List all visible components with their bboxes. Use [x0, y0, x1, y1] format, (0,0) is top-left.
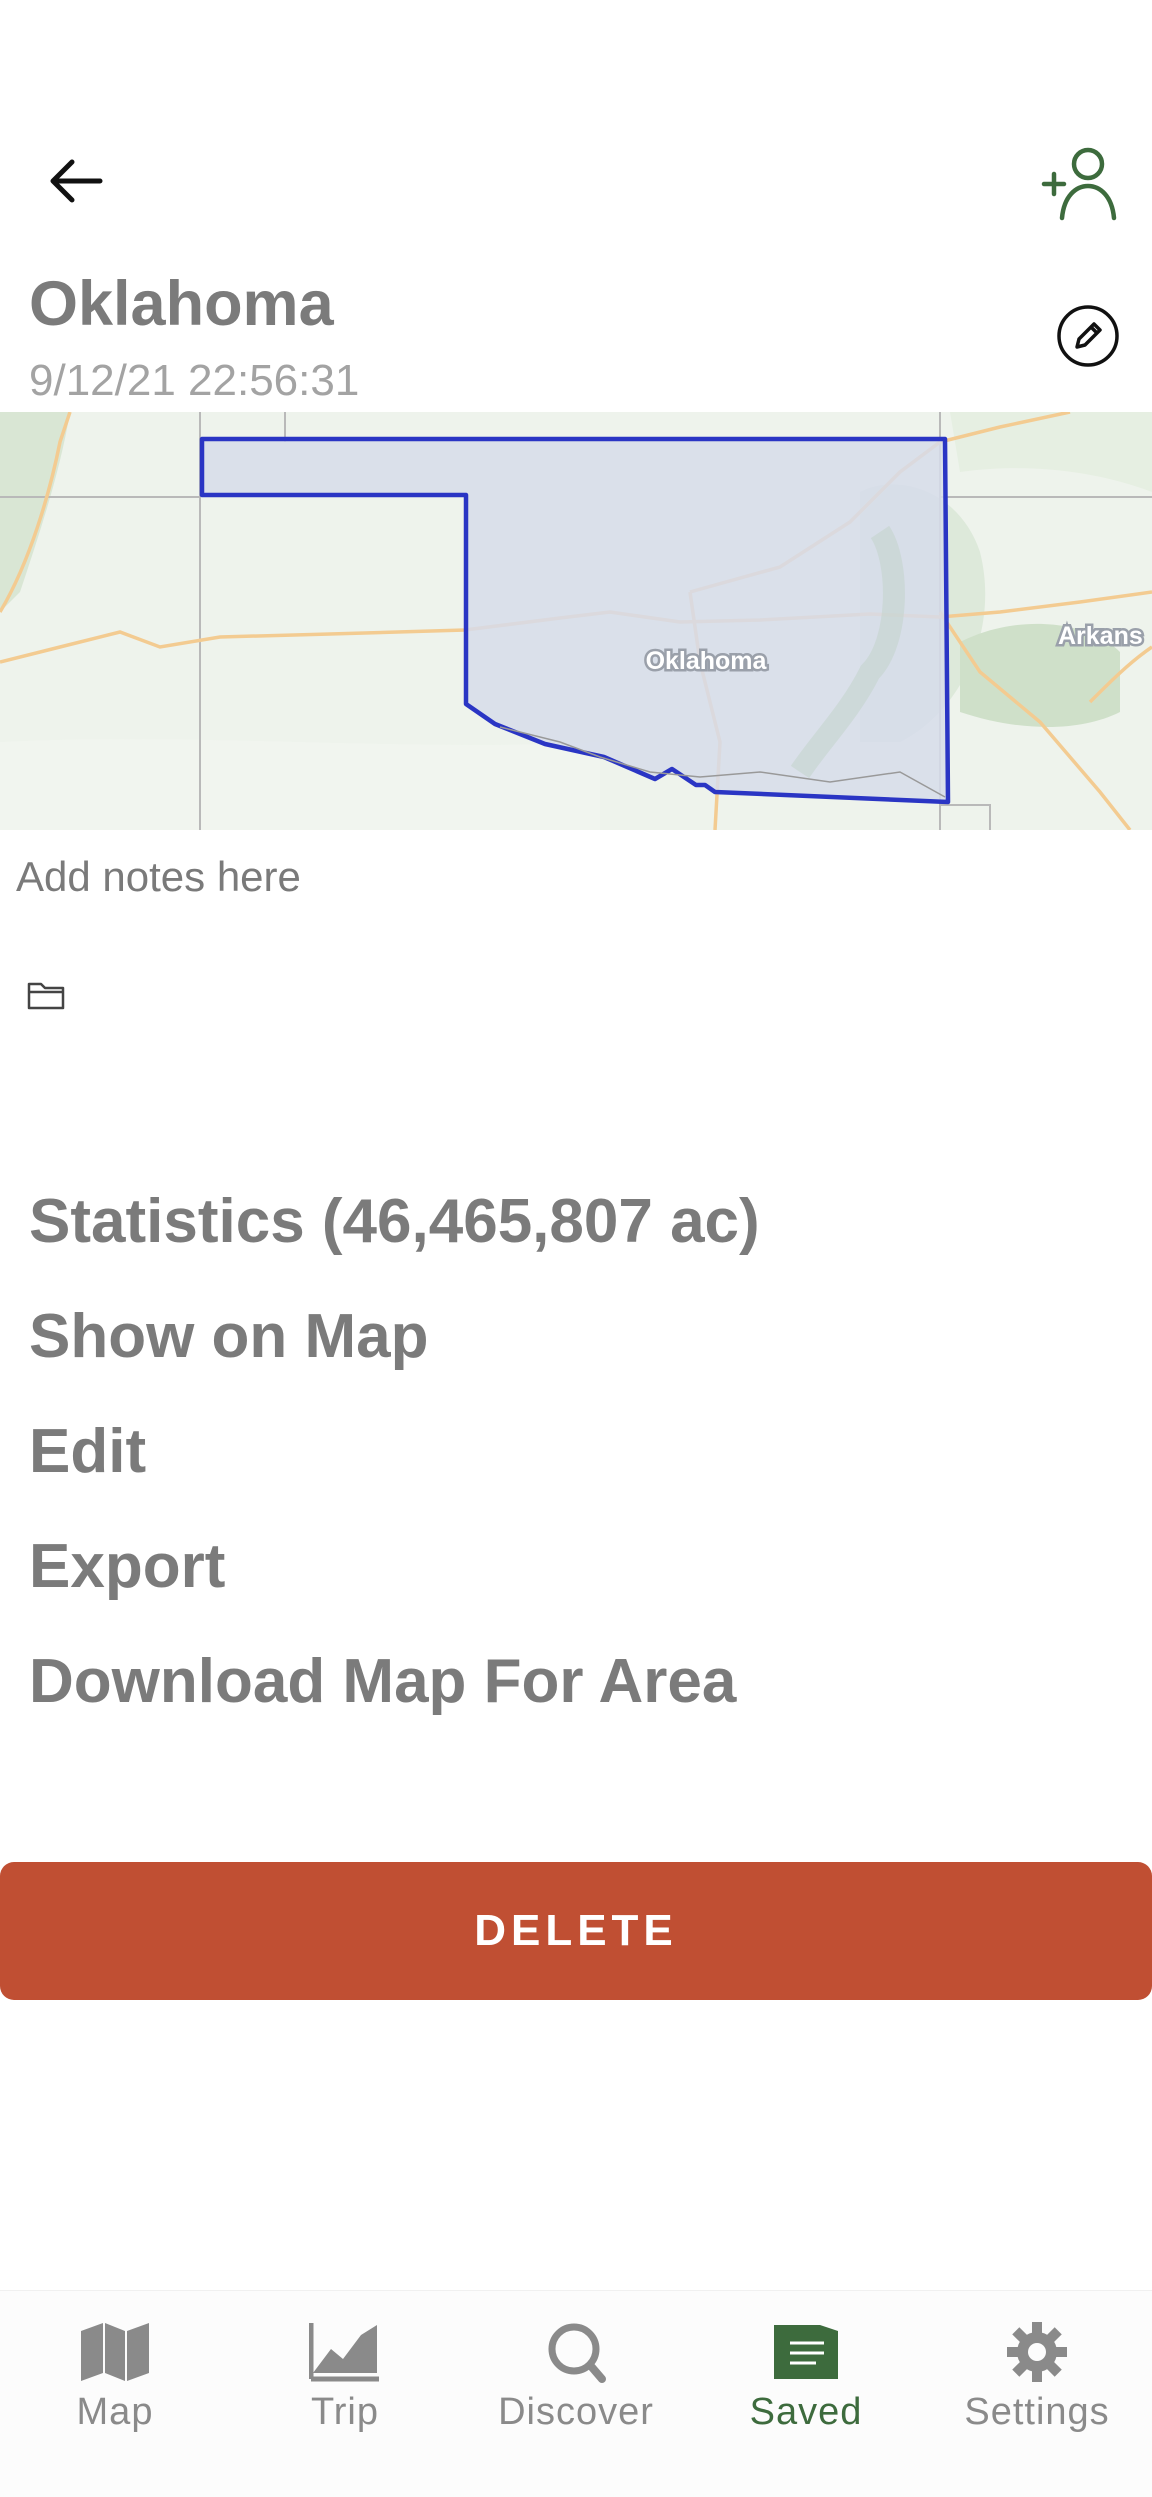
- nav-tab-map[interactable]: Map: [0, 2291, 230, 2497]
- nav-label-settings: Settings: [964, 2391, 1110, 2433]
- settings-gear-icon: [1007, 2322, 1067, 2382]
- nav-tab-trip[interactable]: Trip: [230, 2291, 460, 2497]
- trip-chart-icon: [309, 2323, 379, 2382]
- area-map-preview[interactable]: Oklahoma Arkans: [0, 412, 1152, 830]
- nav-label-saved: Saved: [749, 2391, 863, 2433]
- delete-button[interactable]: DELETE: [0, 1862, 1152, 2000]
- bottom-navigation: Map Trip Discover Saved Settings: [0, 2290, 1152, 2497]
- folder-icon: [27, 982, 65, 1010]
- nav-label-discover: Discover: [498, 2391, 654, 2433]
- discover-search-icon: [548, 2323, 606, 2383]
- edit-action[interactable]: Edit: [29, 1421, 146, 1483]
- pencil-icon: [1057, 305, 1119, 367]
- nav-label-trip: Trip: [310, 2391, 380, 2433]
- nav-label-map: Map: [76, 2391, 154, 2433]
- detail-header: Oklahoma 9/12/21 22:56:31: [0, 0, 1152, 410]
- download-map-action[interactable]: Download Map For Area: [29, 1651, 736, 1713]
- nav-tab-discover[interactable]: Discover: [461, 2291, 691, 2497]
- saved-folder-icon: [774, 2325, 838, 2379]
- add-person-button[interactable]: [1040, 146, 1124, 222]
- map-icon: [81, 2323, 149, 2381]
- add-person-icon: [1041, 147, 1117, 221]
- nav-tab-settings[interactable]: Settings: [922, 2291, 1152, 2497]
- statistics-action[interactable]: Statistics (46,465,807 ac): [29, 1191, 760, 1253]
- map-edge-label: Arkans: [1058, 622, 1143, 650]
- show-on-map-action[interactable]: Show on Map: [29, 1306, 429, 1368]
- timestamp: 9/12/21 22:56:31: [29, 356, 360, 405]
- folder-button[interactable]: [26, 978, 66, 1012]
- edit-title-button[interactable]: [1056, 304, 1120, 368]
- export-action[interactable]: Export: [29, 1536, 225, 1598]
- map-svg: Oklahoma Arkans: [0, 412, 1152, 830]
- map-state-label: Oklahoma: [646, 647, 768, 675]
- notes-field[interactable]: Add notes here: [16, 853, 301, 901]
- nav-tab-saved[interactable]: Saved: [691, 2291, 921, 2497]
- page-title: Oklahoma: [29, 269, 334, 339]
- back-button[interactable]: [40, 150, 112, 212]
- back-arrow-icon: [50, 159, 103, 203]
